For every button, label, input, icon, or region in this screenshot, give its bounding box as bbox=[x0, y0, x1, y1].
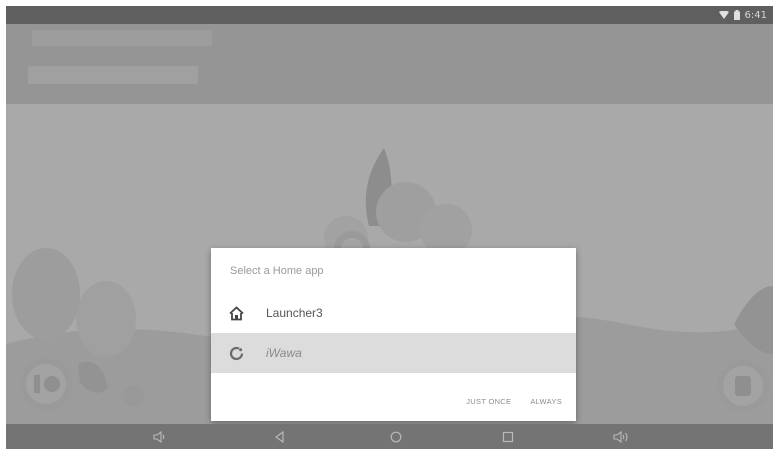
status-icons: 6:41 bbox=[718, 9, 767, 21]
wifi-icon bbox=[718, 11, 729, 19]
home-app-chooser-dialog: Select a Home app Launcher3 iWawa JUST O… bbox=[211, 248, 576, 421]
app-option-iwawa[interactable]: iWawa bbox=[211, 333, 576, 373]
recents-icon[interactable] bbox=[498, 427, 518, 447]
home-icon bbox=[228, 305, 245, 322]
iwawa-icon bbox=[228, 345, 245, 362]
navigation-bar bbox=[6, 424, 773, 449]
dialog-title: Select a Home app bbox=[230, 265, 324, 277]
status-bar: 6:41 bbox=[6, 6, 773, 24]
volume-up-icon[interactable] bbox=[612, 427, 632, 447]
app-label: Launcher3 bbox=[266, 306, 323, 320]
status-time: 6:41 bbox=[744, 9, 767, 21]
device-screen: 6:41 Select a Home app Launcher3 iWawa J… bbox=[6, 6, 773, 449]
app-label: iWawa bbox=[266, 346, 302, 360]
always-button[interactable]: ALWAYS bbox=[530, 397, 562, 406]
left-app-icon bbox=[20, 358, 72, 410]
volume-down-icon[interactable] bbox=[150, 427, 170, 447]
app-option-launcher3[interactable]: Launcher3 bbox=[211, 293, 576, 333]
right-app-icon bbox=[717, 360, 769, 412]
battery-icon bbox=[733, 10, 740, 20]
just-once-button[interactable]: JUST ONCE bbox=[466, 397, 511, 406]
home-button-icon[interactable] bbox=[386, 427, 406, 447]
dialog-actions: JUST ONCE ALWAYS bbox=[466, 397, 562, 406]
back-icon[interactable] bbox=[270, 427, 290, 447]
